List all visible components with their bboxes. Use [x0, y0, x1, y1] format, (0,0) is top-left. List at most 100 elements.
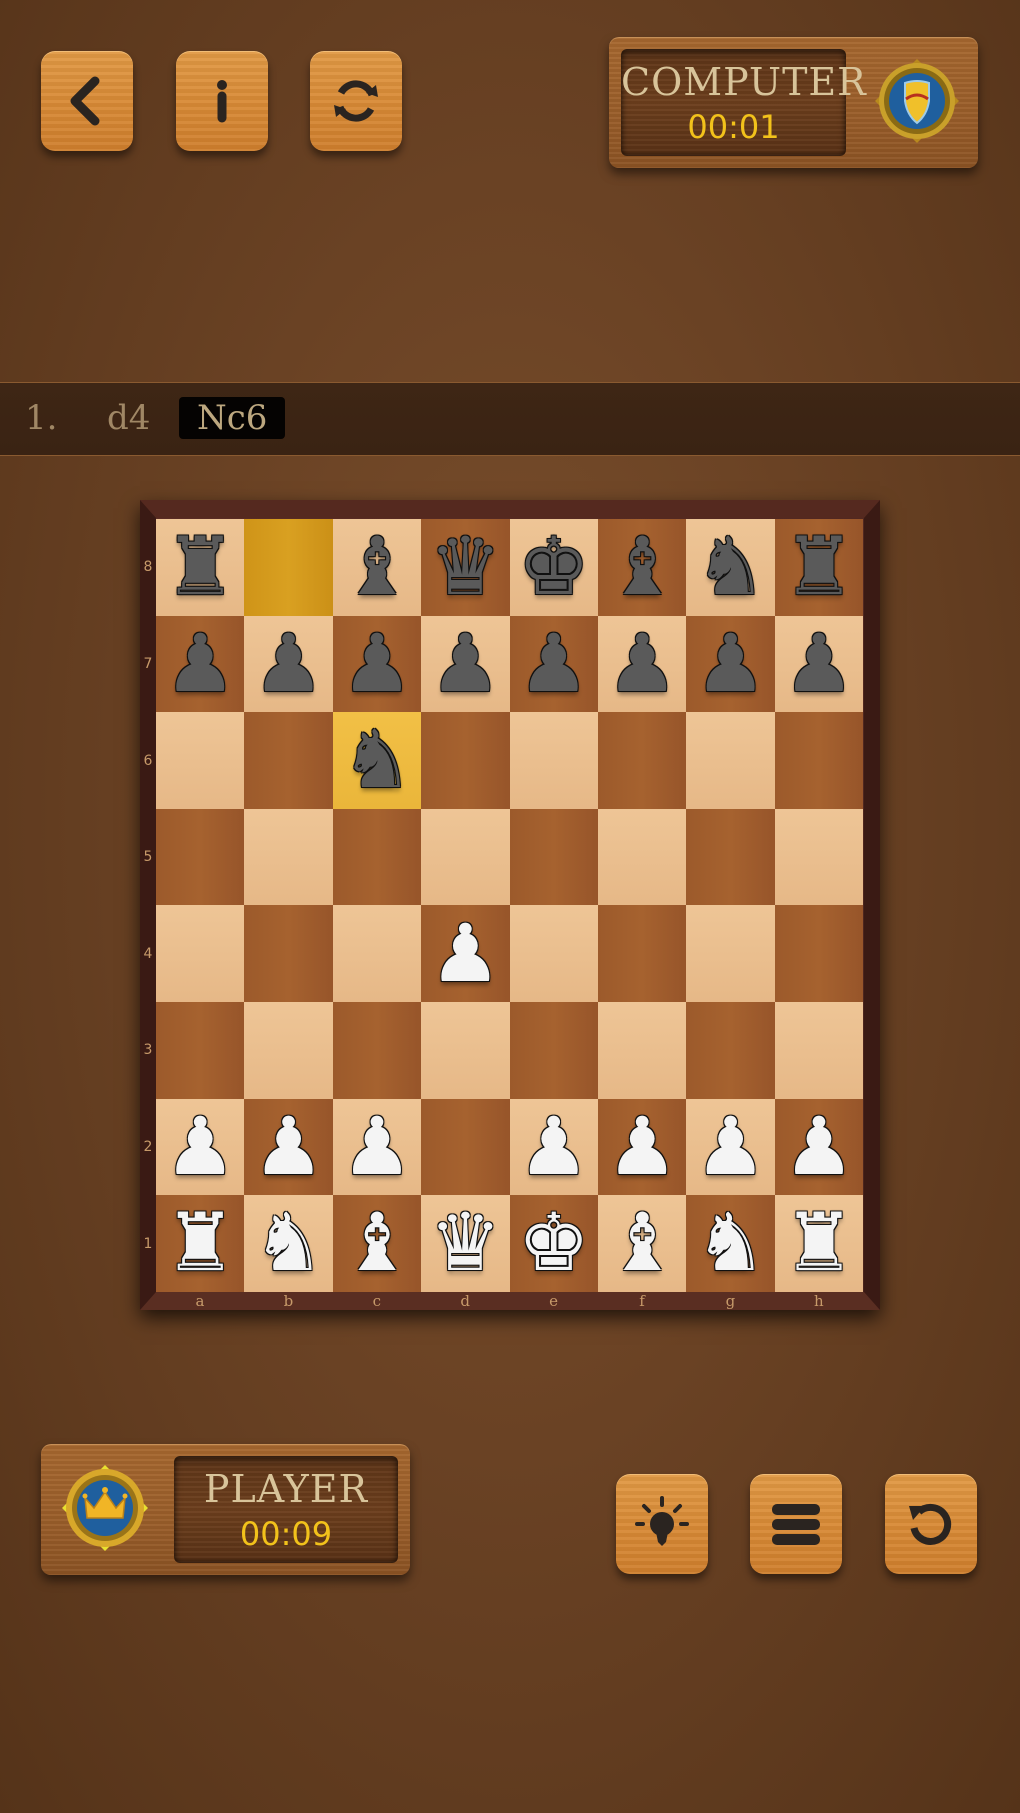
square-b6[interactable]: [244, 712, 333, 809]
square-b1[interactable]: ♞: [244, 1195, 333, 1292]
move-white[interactable]: d4: [107, 397, 150, 439]
black-pawn-piece[interactable]: ♟: [598, 616, 686, 713]
square-a4[interactable]: [156, 905, 245, 1002]
black-pawn-piece[interactable]: ♟: [686, 616, 774, 713]
move-black-current[interactable]: Nc6: [179, 397, 286, 439]
square-c1[interactable]: ♝: [332, 1195, 422, 1292]
black-pawn-piece[interactable]: ♟: [333, 616, 421, 713]
black-pawn-piece[interactable]: ♟: [421, 616, 509, 713]
square-c5[interactable]: [332, 808, 422, 906]
square-f6[interactable]: [598, 712, 687, 809]
flip-board-button[interactable]: [310, 51, 402, 151]
square-h6[interactable]: [774, 712, 864, 809]
white-pawn-piece[interactable]: ♟: [775, 1099, 863, 1196]
white-knight-piece[interactable]: ♞: [244, 1195, 332, 1292]
square-b2[interactable]: ♟: [244, 1098, 333, 1196]
white-bishop-piece[interactable]: ♝: [598, 1195, 686, 1292]
square-c4[interactable]: [332, 905, 422, 1002]
square-e5[interactable]: [509, 808, 598, 906]
square-c8[interactable]: ♝: [332, 519, 422, 616]
white-pawn-piece[interactable]: ♟: [510, 1099, 598, 1196]
info-button[interactable]: [176, 51, 268, 151]
black-knight-piece[interactable]: ♞: [686, 519, 774, 616]
square-h2[interactable]: ♟: [774, 1098, 864, 1196]
square-c6[interactable]: ♞: [332, 712, 422, 809]
white-pawn-piece[interactable]: ♟: [244, 1099, 332, 1196]
white-pawn-piece[interactable]: ♟: [686, 1099, 774, 1196]
white-pawn-piece[interactable]: ♟: [598, 1099, 686, 1196]
square-d1[interactable]: ♛: [421, 1195, 510, 1292]
square-a5[interactable]: [156, 808, 245, 906]
square-a3[interactable]: [156, 1002, 245, 1099]
square-d2[interactable]: [421, 1098, 510, 1196]
square-g7[interactable]: ♟: [686, 615, 775, 713]
white-king-piece[interactable]: ♚: [510, 1195, 598, 1292]
square-b5[interactable]: [244, 808, 333, 906]
black-pawn-piece[interactable]: ♟: [510, 616, 598, 713]
white-pawn-piece[interactable]: ♟: [421, 905, 509, 1002]
square-f3[interactable]: [598, 1002, 687, 1099]
black-bishop-piece[interactable]: ♝: [598, 519, 686, 616]
square-d5[interactable]: [421, 808, 510, 906]
white-bishop-piece[interactable]: ♝: [333, 1195, 421, 1292]
square-d7[interactable]: ♟: [421, 615, 510, 713]
square-c3[interactable]: [332, 1002, 422, 1099]
black-pawn-piece[interactable]: ♟: [775, 616, 863, 713]
square-g6[interactable]: [686, 712, 775, 809]
square-d6[interactable]: [421, 712, 510, 809]
square-f7[interactable]: ♟: [598, 615, 687, 713]
square-a8[interactable]: ♜: [156, 519, 245, 616]
square-h7[interactable]: ♟: [774, 615, 864, 713]
square-b8[interactable]: [244, 519, 333, 616]
square-e8[interactable]: ♚: [509, 519, 598, 616]
square-f1[interactable]: ♝: [598, 1195, 687, 1292]
black-pawn-piece[interactable]: ♟: [156, 616, 244, 713]
white-knight-piece[interactable]: ♞: [686, 1195, 774, 1292]
square-g5[interactable]: [686, 808, 775, 906]
square-d8[interactable]: ♛: [421, 519, 510, 616]
square-b4[interactable]: [244, 905, 333, 1002]
black-queen-piece[interactable]: ♛: [421, 519, 509, 616]
square-h4[interactable]: [774, 905, 864, 1002]
square-g3[interactable]: [686, 1002, 775, 1099]
square-e1[interactable]: ♚: [509, 1195, 598, 1292]
square-b3[interactable]: [244, 1002, 333, 1099]
square-a7[interactable]: ♟: [156, 615, 245, 713]
square-c7[interactable]: ♟: [332, 615, 422, 713]
square-e2[interactable]: ♟: [509, 1098, 598, 1196]
square-g4[interactable]: [686, 905, 775, 1002]
square-c2[interactable]: ♟: [332, 1098, 422, 1196]
chess-board[interactable]: ♜ ♝ ♛ ♚ ♝ ♞ ♜ ♟ ♟ ♟ ♟ ♟ ♟ ♟ ♟ ♞ ♟ ♟ ♟ ♟ ♟ ♟ ♟ ♟ ♜ ♞ ♝ ♛ ♚ ♝ ♞ ♜: [156, 519, 864, 1292]
white-pawn-piece[interactable]: ♟: [156, 1099, 244, 1196]
square-g1[interactable]: ♞: [686, 1195, 775, 1292]
black-rook-piece[interactable]: ♜: [775, 519, 863, 616]
square-e4[interactable]: [509, 905, 598, 1002]
black-rook-piece[interactable]: ♜: [156, 519, 244, 616]
undo-button[interactable]: [885, 1474, 977, 1574]
square-h1[interactable]: ♜: [774, 1195, 864, 1292]
menu-button[interactable]: [750, 1474, 842, 1574]
square-h5[interactable]: [774, 808, 864, 906]
square-b7[interactable]: ♟: [244, 615, 333, 713]
square-f8[interactable]: ♝: [598, 519, 687, 616]
square-g2[interactable]: ♟: [686, 1098, 775, 1196]
white-rook-piece[interactable]: ♜: [775, 1195, 863, 1292]
square-e7[interactable]: ♟: [509, 615, 598, 713]
square-g8[interactable]: ♞: [686, 519, 775, 616]
back-button[interactable]: [41, 51, 133, 151]
square-a6[interactable]: [156, 712, 245, 809]
white-rook-piece[interactable]: ♜: [156, 1195, 244, 1292]
square-a2[interactable]: ♟: [156, 1098, 245, 1196]
square-e6[interactable]: [509, 712, 598, 809]
square-e3[interactable]: [509, 1002, 598, 1099]
black-king-piece[interactable]: ♚: [510, 519, 598, 616]
square-f2[interactable]: ♟: [598, 1098, 687, 1196]
square-a1[interactable]: ♜: [156, 1195, 245, 1292]
black-knight-piece[interactable]: ♞: [333, 712, 421, 809]
hint-button[interactable]: [616, 1474, 708, 1574]
square-d4[interactable]: ♟: [421, 905, 510, 1002]
white-queen-piece[interactable]: ♛: [421, 1195, 509, 1292]
black-bishop-piece[interactable]: ♝: [333, 519, 421, 616]
white-pawn-piece[interactable]: ♟: [333, 1099, 421, 1196]
square-f4[interactable]: [598, 905, 687, 1002]
